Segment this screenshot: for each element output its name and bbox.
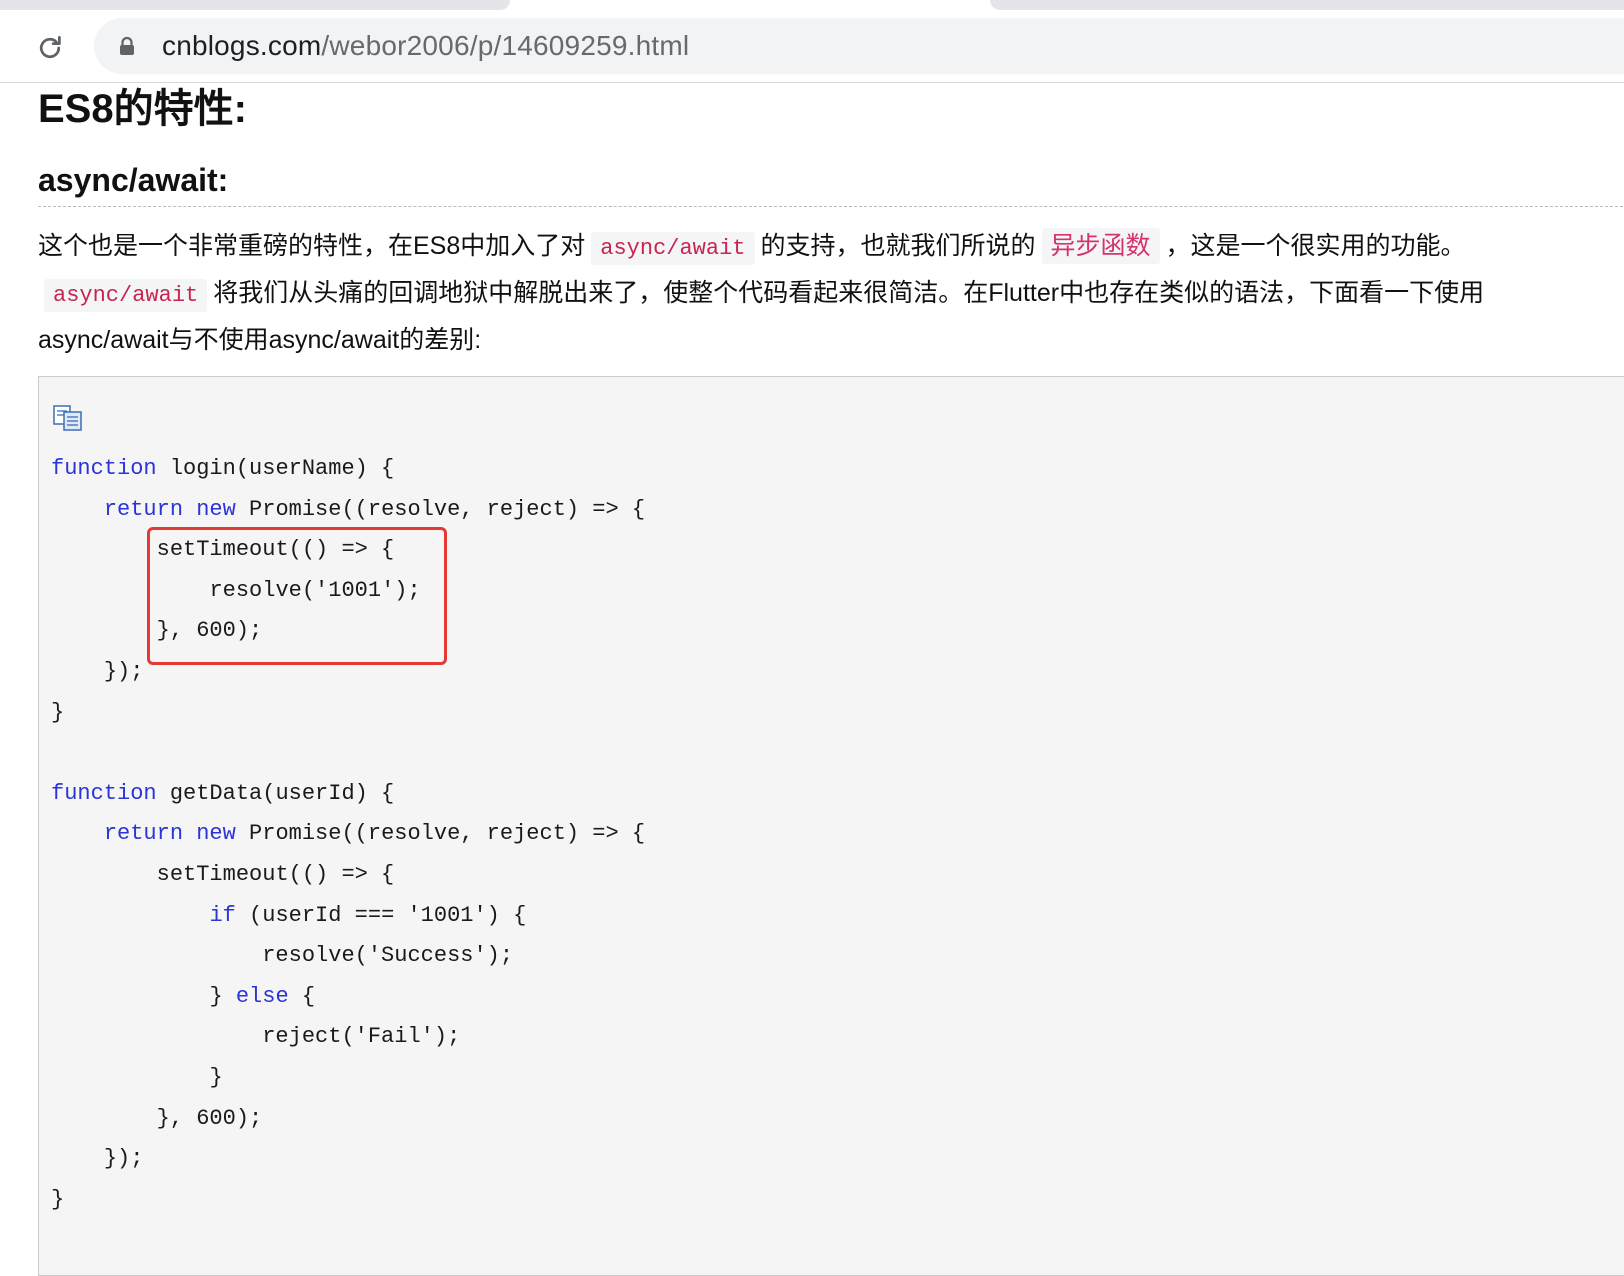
code-keyword: function	[51, 456, 157, 481]
code-line: reject('Fail');	[51, 1017, 645, 1058]
tab-strip	[0, 0, 1624, 12]
lock-icon[interactable]	[118, 36, 136, 56]
code-text: }	[51, 699, 65, 725]
code-line: return new Promise((resolve, reject) => …	[51, 814, 645, 855]
code-text: }	[209, 983, 236, 1009]
code-text: setTimeout(() => {	[156, 861, 395, 887]
code-text: }	[51, 1186, 65, 1212]
paragraph-line-3: async/await与不使用async/await的差别:	[38, 326, 482, 354]
code-text: getData(userId) {	[156, 780, 395, 806]
code-keyword: return	[103, 821, 184, 847]
code-line: }, 600);	[51, 1099, 645, 1140]
section-heading: ES8的特性:	[38, 87, 247, 131]
text-run: 将我们从头痛的回调地狱中解脱出来了，使整个代码看起来很简洁。在Flutter中也…	[213, 279, 1485, 307]
inline-code: async/await	[591, 232, 755, 265]
code-text: }	[209, 1064, 223, 1090]
browser-toolbar: cnblogs.com/webor2006/p/14609259.html	[0, 12, 1624, 83]
inactive-tab-right[interactable]	[990, 0, 1624, 10]
code-keyword: if	[209, 902, 236, 928]
code-keyword: new	[196, 496, 236, 522]
code-text: });	[103, 1146, 144, 1172]
url-path: /webor2006/p/14609259.html	[321, 30, 690, 61]
subsection-heading: async/await:	[38, 162, 229, 198]
inactive-tab-left[interactable]	[0, 0, 510, 10]
reload-button[interactable]	[30, 28, 70, 68]
code-line: if (userId === '1001') {	[51, 896, 645, 937]
code-line: }	[51, 1058, 645, 1099]
code-text: });	[103, 658, 144, 684]
code-keyword: else	[235, 983, 289, 1009]
text-run: ，这是一个很实用的功能。	[1165, 232, 1466, 260]
code-line: return new Promise((resolve, reject) => …	[51, 490, 645, 531]
highlighted-term: 异步函数	[1041, 228, 1160, 264]
code-line: function getData(userId) {	[51, 774, 645, 815]
url-host: cnblogs.com	[162, 30, 322, 61]
code-line: } else {	[51, 977, 645, 1018]
paragraph-line-1: 这个也是一个非常重磅的特性，在ES8中加入了对 async/await 的支持，也就…	[38, 224, 1598, 271]
code-text: {	[288, 983, 316, 1009]
code-line: resolve('Success');	[51, 936, 645, 977]
url-text[interactable]: cnblogs.com/webor2006/p/14609259.html	[162, 30, 689, 62]
code-text: }, 600);	[156, 1105, 263, 1131]
code-line: function login(userName) {	[51, 449, 645, 490]
code-keyword: function	[51, 780, 157, 806]
code-text: (userId === '1001') {	[235, 902, 527, 928]
text-run: 这个也是一个非常重磅的特性，在ES8中加入了对	[38, 232, 586, 260]
text-run: 的支持，也就我们所说的	[760, 232, 1036, 260]
code-keyword: new	[196, 821, 236, 847]
reload-icon	[39, 36, 61, 59]
code-text: Promise((resolve, reject) => {	[235, 496, 646, 522]
code-keyword: return	[103, 496, 184, 522]
code-block: function login(userName) { return new Pr…	[38, 376, 1624, 1276]
copy-code-icon[interactable]	[53, 405, 83, 431]
code-text: resolve('Success');	[262, 943, 514, 969]
code-line: }	[51, 693, 645, 734]
code-text: reject('Fail');	[262, 1024, 461, 1050]
code-text: login(userName) {	[156, 456, 395, 481]
code-text: Promise((resolve, reject) => {	[235, 821, 646, 847]
intro-paragraph: 这个也是一个非常重磅的特性，在ES8中加入了对 async/await 的支持，也就…	[38, 224, 1598, 363]
heading-divider	[38, 206, 1624, 207]
code-line: });	[51, 1139, 645, 1180]
paragraph-line-2: async/await 将我们从头痛的回调地狱中解脱出来了，使整个代码看起来很简洁…	[38, 271, 1598, 318]
inline-code: async/await	[44, 279, 208, 312]
address-bar[interactable]: cnblogs.com/webor2006/p/14609259.html	[94, 18, 1624, 74]
code-line: }	[51, 1180, 645, 1221]
highlight-box	[147, 527, 447, 665]
code-line: setTimeout(() => {	[51, 855, 645, 896]
